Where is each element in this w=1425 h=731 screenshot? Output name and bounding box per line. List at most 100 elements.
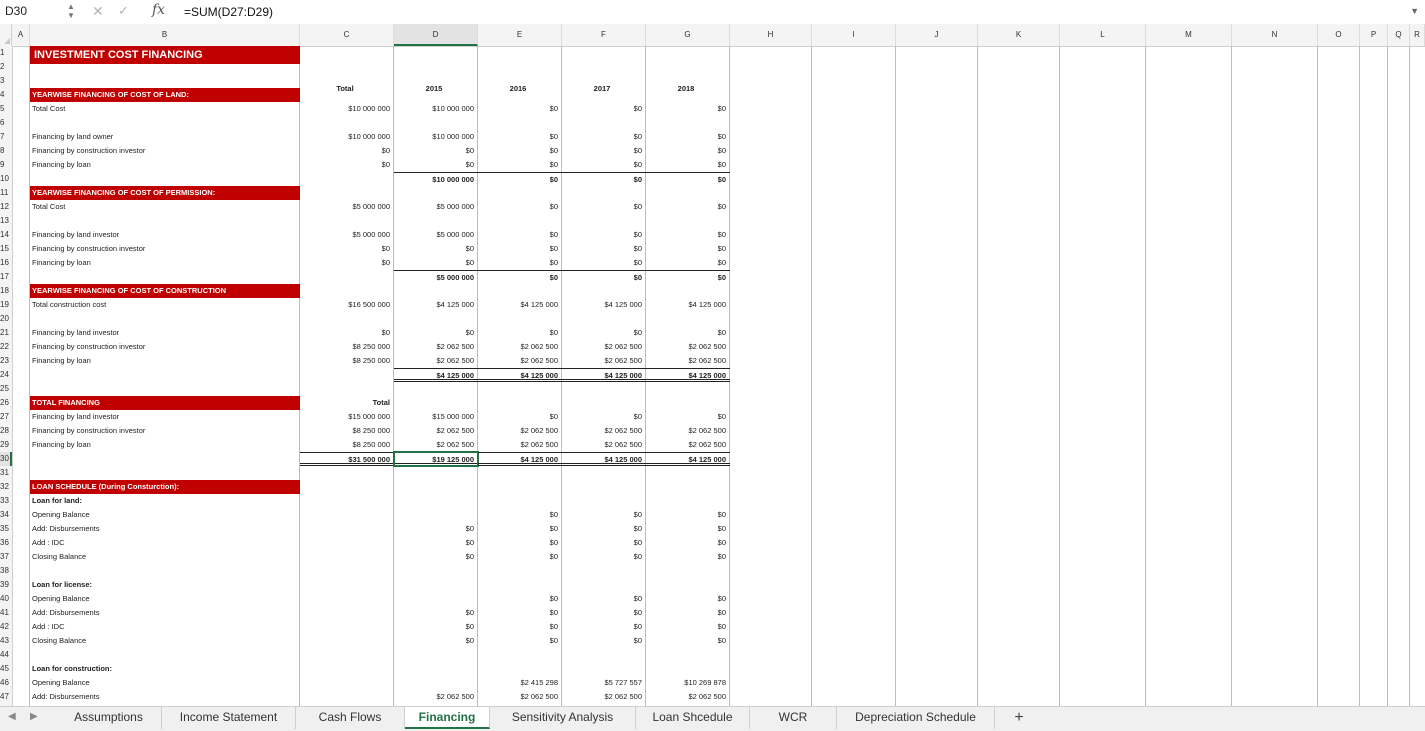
loan-value[interactable]: $0: [478, 550, 562, 564]
financing-value[interactable]: $0: [646, 158, 730, 172]
confirm-formula-icon[interactable]: ✓: [118, 3, 129, 19]
row-header-44[interactable]: 44: [0, 648, 12, 662]
row-header-18[interactable]: 18: [0, 284, 12, 298]
financing-value[interactable]: $0: [300, 256, 394, 270]
select-all-corner[interactable]: [0, 24, 12, 46]
sheet-tab-financing[interactable]: Financing: [405, 707, 490, 729]
row-header-2[interactable]: 2: [0, 60, 12, 74]
selected-cell-d30[interactable]: $19 125 000: [393, 451, 479, 467]
year-header[interactable]: 2018: [646, 78, 730, 100]
row-header-42[interactable]: 42: [0, 620, 12, 634]
row-header-12[interactable]: 12: [0, 200, 12, 214]
loan-row-label[interactable]: Add: Disbursements: [30, 690, 300, 704]
loan-row-label[interactable]: Add: Disbursements: [30, 522, 300, 536]
loan-row-label[interactable]: Add : IDC: [30, 620, 300, 634]
subtotal-value[interactable]: $4 125 000: [394, 368, 478, 382]
formula-input[interactable]: =SUM(D27:D29): [184, 4, 1384, 21]
financing-row-label[interactable]: Financing by loan: [30, 354, 300, 368]
financing-value[interactable]: $0: [562, 256, 646, 270]
loan-value[interactable]: $0: [562, 550, 646, 564]
section-header[interactable]: YEARWISE FINANCING OF COST OF CONSTRUCTI…: [30, 284, 300, 298]
loan-value[interactable]: $2 062 500: [394, 690, 478, 704]
row-header-46[interactable]: 46: [0, 676, 12, 690]
total-header[interactable]: Total: [300, 396, 394, 410]
subtotal-value[interactable]: $0: [646, 172, 730, 186]
total-cost-value[interactable]: $0: [562, 200, 646, 214]
financing-value[interactable]: $0: [300, 326, 394, 340]
subtotal-value[interactable]: $0: [562, 270, 646, 284]
financing-value[interactable]: $15 000 000: [300, 410, 394, 424]
total-cost-value[interactable]: $10 000 000: [300, 102, 394, 116]
add-sheet-button[interactable]: +: [1010, 707, 1028, 729]
row-header-36[interactable]: 36: [0, 536, 12, 550]
financing-value[interactable]: $0: [300, 242, 394, 256]
financing-value[interactable]: $0: [562, 326, 646, 340]
financing-value[interactable]: $0: [394, 158, 478, 172]
total-cost-label[interactable]: Total Cost: [30, 102, 300, 116]
section-header[interactable]: YEARWISE FINANCING OF COST OF LAND:: [30, 88, 300, 102]
financing-value[interactable]: $2 062 500: [646, 340, 730, 354]
financing-value[interactable]: $0: [646, 228, 730, 242]
loan-value[interactable]: $0: [394, 634, 478, 648]
total-cost-value[interactable]: $4 125 000: [646, 298, 730, 312]
loan-value[interactable]: $5 727 557: [562, 676, 646, 690]
row-header-22[interactable]: 22: [0, 340, 12, 354]
row-header-3[interactable]: 3: [0, 74, 12, 88]
row-header-43[interactable]: 43: [0, 634, 12, 648]
financing-value[interactable]: $0: [478, 326, 562, 340]
total-cost-value[interactable]: $5 000 000: [300, 200, 394, 214]
row-header-39[interactable]: 39: [0, 578, 12, 592]
year-header[interactable]: 2015: [394, 78, 478, 100]
row-header-40[interactable]: 40: [0, 592, 12, 606]
financing-value[interactable]: $0: [478, 242, 562, 256]
row-header-41[interactable]: 41: [0, 606, 12, 620]
total-cost-value[interactable]: $10 000 000: [394, 102, 478, 116]
subtotal-value[interactable]: $4 125 000: [562, 368, 646, 382]
loan-value[interactable]: $2 415 298: [478, 676, 562, 690]
row-header-7[interactable]: 7: [0, 130, 12, 144]
row-header-21[interactable]: 21: [0, 326, 12, 340]
financing-value[interactable]: $0: [646, 256, 730, 270]
loan-value[interactable]: $0: [394, 522, 478, 536]
column-header-i[interactable]: I: [812, 24, 896, 46]
row-header-31[interactable]: 31: [0, 466, 12, 480]
expand-formula-bar-icon[interactable]: ▼: [1410, 6, 1419, 16]
total-cost-value[interactable]: $0: [562, 102, 646, 116]
subtotal-value[interactable]: $0: [646, 270, 730, 284]
financing-value[interactable]: $0: [646, 144, 730, 158]
column-header-k[interactable]: K: [978, 24, 1060, 46]
sheet-tab-income-statement[interactable]: Income Statement: [162, 707, 296, 729]
loan-value[interactable]: $0: [646, 606, 730, 620]
row-header-8[interactable]: 8: [0, 144, 12, 158]
loan-value[interactable]: $0: [478, 522, 562, 536]
column-header-d[interactable]: D: [394, 24, 478, 46]
subtotal-value[interactable]: $5 000 000: [394, 270, 478, 284]
financing-value[interactable]: $2 062 500: [478, 438, 562, 452]
loan-value[interactable]: $2 062 500: [478, 690, 562, 704]
row-header-10[interactable]: 10: [0, 172, 12, 186]
row-header-23[interactable]: 23: [0, 354, 12, 368]
row-header-19[interactable]: 19: [0, 298, 12, 312]
next-sheet-icon[interactable]: ▶: [30, 711, 38, 722]
loan-value[interactable]: $0: [562, 508, 646, 522]
row-header-4[interactable]: 4: [0, 88, 12, 102]
financing-row-label[interactable]: Financing by construction investor: [30, 340, 300, 354]
loan-value[interactable]: $0: [478, 592, 562, 606]
financing-value[interactable]: $0: [394, 242, 478, 256]
total-cost-value[interactable]: $4 125 000: [394, 298, 478, 312]
previous-sheet-icon[interactable]: ◀: [8, 711, 16, 722]
financing-value[interactable]: $2 062 500: [646, 354, 730, 368]
sheet-tab-depreciation-schedule[interactable]: Depreciation Schedule: [837, 707, 995, 729]
cancel-formula-icon[interactable]: ✕: [92, 3, 104, 20]
financing-value[interactable]: $0: [562, 410, 646, 424]
loan-value[interactable]: $2 062 500: [646, 690, 730, 704]
financing-value[interactable]: $5 000 000: [300, 228, 394, 242]
column-header-b[interactable]: B: [30, 24, 300, 46]
loan-row-label[interactable]: Add: Disbursements: [30, 606, 300, 620]
total-cost-value[interactable]: $0: [478, 102, 562, 116]
column-header-j[interactable]: J: [896, 24, 978, 46]
total-header[interactable]: Total: [300, 78, 394, 100]
row-header-45[interactable]: 45: [0, 662, 12, 676]
financing-value[interactable]: $0: [646, 130, 730, 144]
insert-function-icon[interactable]: fx: [152, 2, 165, 18]
